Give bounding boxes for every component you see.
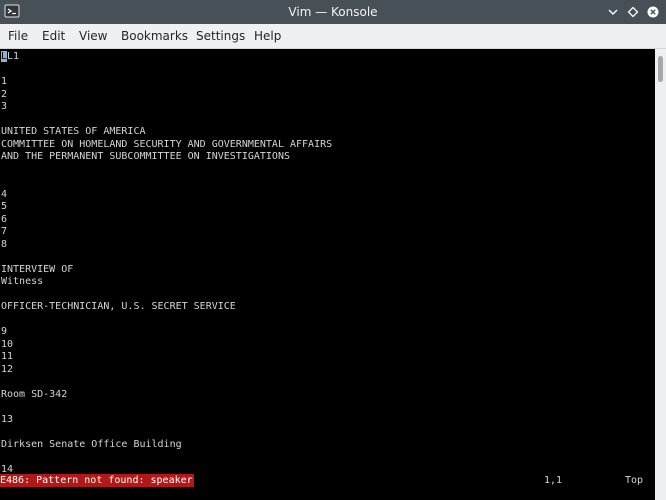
terminal-line: Witness <box>1 276 44 287</box>
terminal-line: 12 <box>1 363 14 375</box>
terminal-line: OFFICER-TECHNICIAN, U.S. SECRET SERVICE <box>1 301 236 312</box>
minimize-icon <box>607 3 619 22</box>
menu-edit[interactable]: Edit <box>42 24 65 48</box>
terminal-line: LL1 <box>1 51 19 64</box>
minimize-button[interactable] <box>604 3 622 21</box>
terminal-line: INTERVIEW OF <box>1 263 74 275</box>
konsole-window: Vim — Konsole File Edit View Bookmarks S… <box>0 0 666 500</box>
menu-bar: File Edit View Bookmarks Settings Help <box>0 24 666 49</box>
menu-view[interactable]: View <box>79 24 107 48</box>
first-line-text: L1 <box>7 51 20 62</box>
menu-bookmarks[interactable]: Bookmarks <box>121 24 188 48</box>
close-icon <box>647 3 659 22</box>
terminal-line: UNITED STATES OF AMERICA <box>1 126 146 137</box>
terminal-line: 11 <box>1 351 14 362</box>
menu-file[interactable]: File <box>8 24 28 48</box>
cursor-position: 1,1 <box>544 475 563 486</box>
terminal-line: 10 <box>1 338 14 350</box>
terminal-line: 6 <box>1 213 8 225</box>
terminal-line: 5 <box>1 201 8 212</box>
terminal-view[interactable]: LL1 1 2 3 UNITED STATES OF AMERICA COMMITTEE… <box>0 49 655 500</box>
terminal-line: 1 <box>1 76 8 87</box>
terminal-line: 8 <box>1 238 8 250</box>
terminal-line: AND THE PERMANENT SUBCOMMITTEE ON INVEST… <box>1 151 290 162</box>
maximize-button[interactable] <box>624 3 642 21</box>
scrollbar-thumb[interactable] <box>658 56 663 82</box>
title-bar[interactable]: Vim — Konsole <box>0 0 666 24</box>
terminal-line: 4 <box>1 188 8 200</box>
terminal-line: COMMITTEE ON HOMELAND SECURITY AND GOVER… <box>1 138 333 150</box>
scrollbar[interactable] <box>655 49 666 500</box>
close-button[interactable] <box>644 3 662 21</box>
terminal-line: 9 <box>1 326 8 337</box>
terminal-line: 2 <box>1 88 8 100</box>
scroll-position: Top <box>625 475 644 486</box>
menu-help[interactable]: Help <box>254 24 281 48</box>
terminal-line: 13 <box>1 413 14 425</box>
error-message: E486: Pattern not found: speaker <box>0 474 194 487</box>
maximize-icon <box>627 3 639 22</box>
terminal-line: Dirksen Senate Office Building <box>1 438 182 450</box>
window-title: Vim — Konsole <box>288 5 378 19</box>
terminal-line: 3 <box>1 101 8 112</box>
terminal-line: 7 <box>1 226 8 237</box>
terminal-line: Room SD-342 <box>1 388 68 400</box>
menu-settings[interactable]: Settings <box>196 24 245 48</box>
